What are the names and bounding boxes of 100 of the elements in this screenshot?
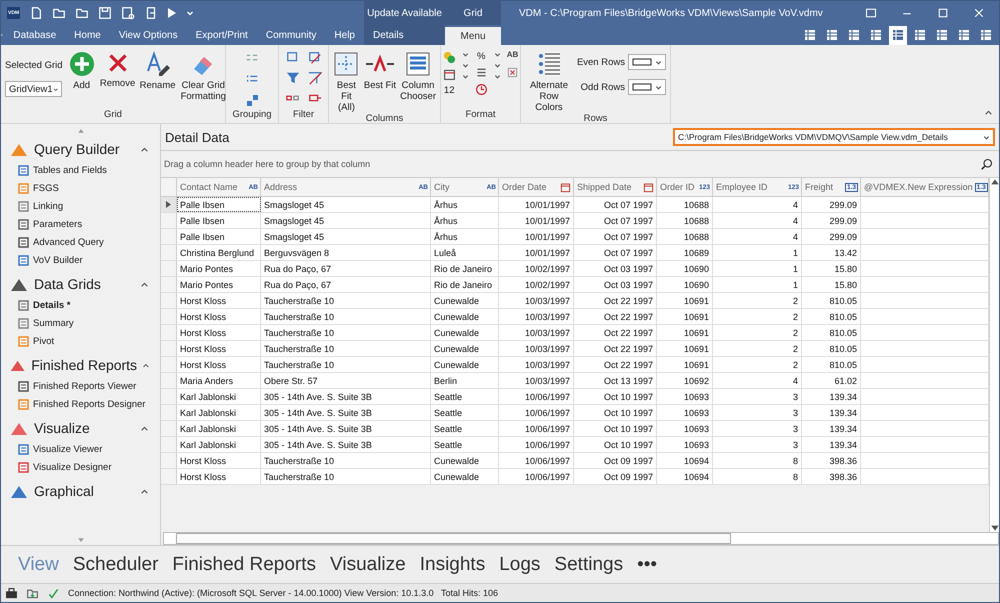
calendar-icon[interactable] [442,68,456,81]
view-toggle[interactable] [889,26,907,44]
table-cell: 2 [713,293,802,308]
column-header[interactable]: Order Date [499,178,574,196]
folder-icon[interactable] [75,6,90,20]
nav-tab[interactable]: Visualize [330,554,406,576]
chooser-button[interactable]: Column Chooser [400,51,436,102]
sidebar-item[interactable]: Linking [9,197,160,215]
menu-tab[interactable]: Menu [445,27,501,45]
maximize-icon[interactable] [937,7,949,19]
table-cell: Smagsloget 45 [261,213,431,228]
clear-format-icon[interactable] [507,67,518,78]
table-cell: 10/06/1997 [499,405,574,420]
scroll-up-icon[interactable] [990,178,998,186]
nav-tab[interactable]: Logs [499,554,540,576]
table-cell: 10/01/1997 [499,229,574,244]
sidebar-item[interactable]: Advanced Query [9,233,160,251]
caret-icon [52,86,58,92]
menu-tab[interactable]: View Options [110,30,187,40]
sidebar-item[interactable]: Summary [9,314,160,332]
new-file-icon[interactable] [29,6,44,20]
nav-tab[interactable]: Scheduler [72,554,158,576]
section-header[interactable]: Finished Reports [9,353,160,377]
color-select[interactable] [628,54,666,70]
section-header[interactable]: Visualize [9,416,160,440]
table-cell: Oct 22 1997 [574,357,657,372]
nav-tab[interactable]: Settings [554,554,624,576]
sidebar-item[interactable]: Pivot [9,332,160,350]
table-cell: Taucherstraße 10 [261,293,431,308]
horizontal-scrollbar[interactable] [163,532,999,545]
table-cell: 2 [713,357,802,372]
play-icon[interactable] [167,7,178,19]
table-cell: 10/03/1997 [499,309,574,324]
menu-tab[interactable]: Database [4,30,66,40]
nav-tab[interactable]: Finished Reports [172,554,316,576]
menu-tab[interactable]: Help [325,30,364,40]
sidebar-item[interactable]: Visualize Designer [9,458,160,476]
collapse-icon[interactable] [984,108,993,117]
save-icon[interactable] [121,6,136,20]
sidebar-item[interactable]: Parameters [9,215,160,233]
table-cell: Obere Str. 57 [261,373,431,388]
column-title: Contact Name [180,182,238,192]
table-cell: Palle Ibsen [177,213,261,228]
case-format[interactable]: AB [506,51,518,58]
caret-icon[interactable] [186,9,194,17]
alternate-row-colors-button[interactable]: Alternate Row Colors [525,51,573,113]
save-icon[interactable] [98,6,112,20]
grouping-icon [245,93,259,107]
color-select[interactable] [628,79,666,95]
section-header[interactable]: Data Grids [9,272,160,296]
table-cell: 299.09 [802,213,861,228]
sidebar-item[interactable]: Details * [9,296,160,314]
menu-tab[interactable]: Export/Print [186,30,257,40]
folder-icon[interactable] [52,6,66,20]
add-button[interactable]: Add [68,51,95,91]
menu-tab[interactable]: Community [256,30,326,40]
rename-button[interactable]: Rename [140,51,175,91]
clear-button[interactable]: Clear Grid Formatting [180,51,226,102]
sidebar-item[interactable]: Finished Reports Viewer [9,377,160,395]
sidebar-item[interactable]: Visualize Viewer [9,440,160,458]
export-icon[interactable] [144,6,158,20]
fit-button[interactable]: Best Fit [364,51,396,91]
font-size-value[interactable]: 12 [444,85,454,96]
section-title: Data Grids [34,276,102,292]
group-label: Format [464,109,497,122]
window-icon[interactable] [865,7,877,19]
fit-all-button[interactable]: Best Fit (All) [333,51,360,113]
table-cell: Cunewalde [431,309,499,324]
percent-format[interactable]: % [476,51,486,62]
table-cell: 1 [713,261,802,276]
sidebar-item[interactable]: FSGS [9,179,160,197]
search-icon[interactable] [981,158,993,170]
menu-tab[interactable]: Home [65,30,110,40]
section-header[interactable]: Query Builder [9,137,160,161]
table-cell: Rua do Paço, 67 [261,277,431,292]
column-header[interactable]: Shipped Date [574,178,657,196]
nav-tab[interactable]: Insights [420,554,486,576]
section-header[interactable]: Graphical [9,479,160,503]
row-indicator[interactable] [161,197,177,212]
table-cell: 10/03/1997 [499,325,574,340]
grid-select[interactable]: GridView1 [5,81,62,97]
align-icon[interactable] [474,66,488,79]
close-icon[interactable] [973,7,985,19]
table-cell: 13.42 [802,245,861,260]
nav-tab[interactable]: ••• [637,554,658,576]
sidebar-item[interactable]: Finished Reports Designer [9,395,160,413]
item-icon [18,254,29,266]
menu-tab[interactable]: Details [364,25,445,45]
filter-clear-icon [308,71,322,85]
pencil-letter-icon [144,51,171,77]
table-cell: 3 [713,437,802,452]
table-cell: Taucherstraße 10 [261,453,431,468]
clock-icon[interactable] [474,83,488,96]
sidebar-item[interactable]: Tables and Fields [9,161,160,179]
remove-button[interactable]: Remove [100,51,135,89]
grid-icon [936,29,948,41]
view-path-select[interactable]: C:\Program Files\BridgeWorks VDM\VDMQV\Sample View.vdm_Details [673,128,995,146]
table-cell: Luleå [431,245,499,260]
coins-icon[interactable] [442,51,456,64]
sidebar-item[interactable]: VoV Builder [9,251,160,269]
